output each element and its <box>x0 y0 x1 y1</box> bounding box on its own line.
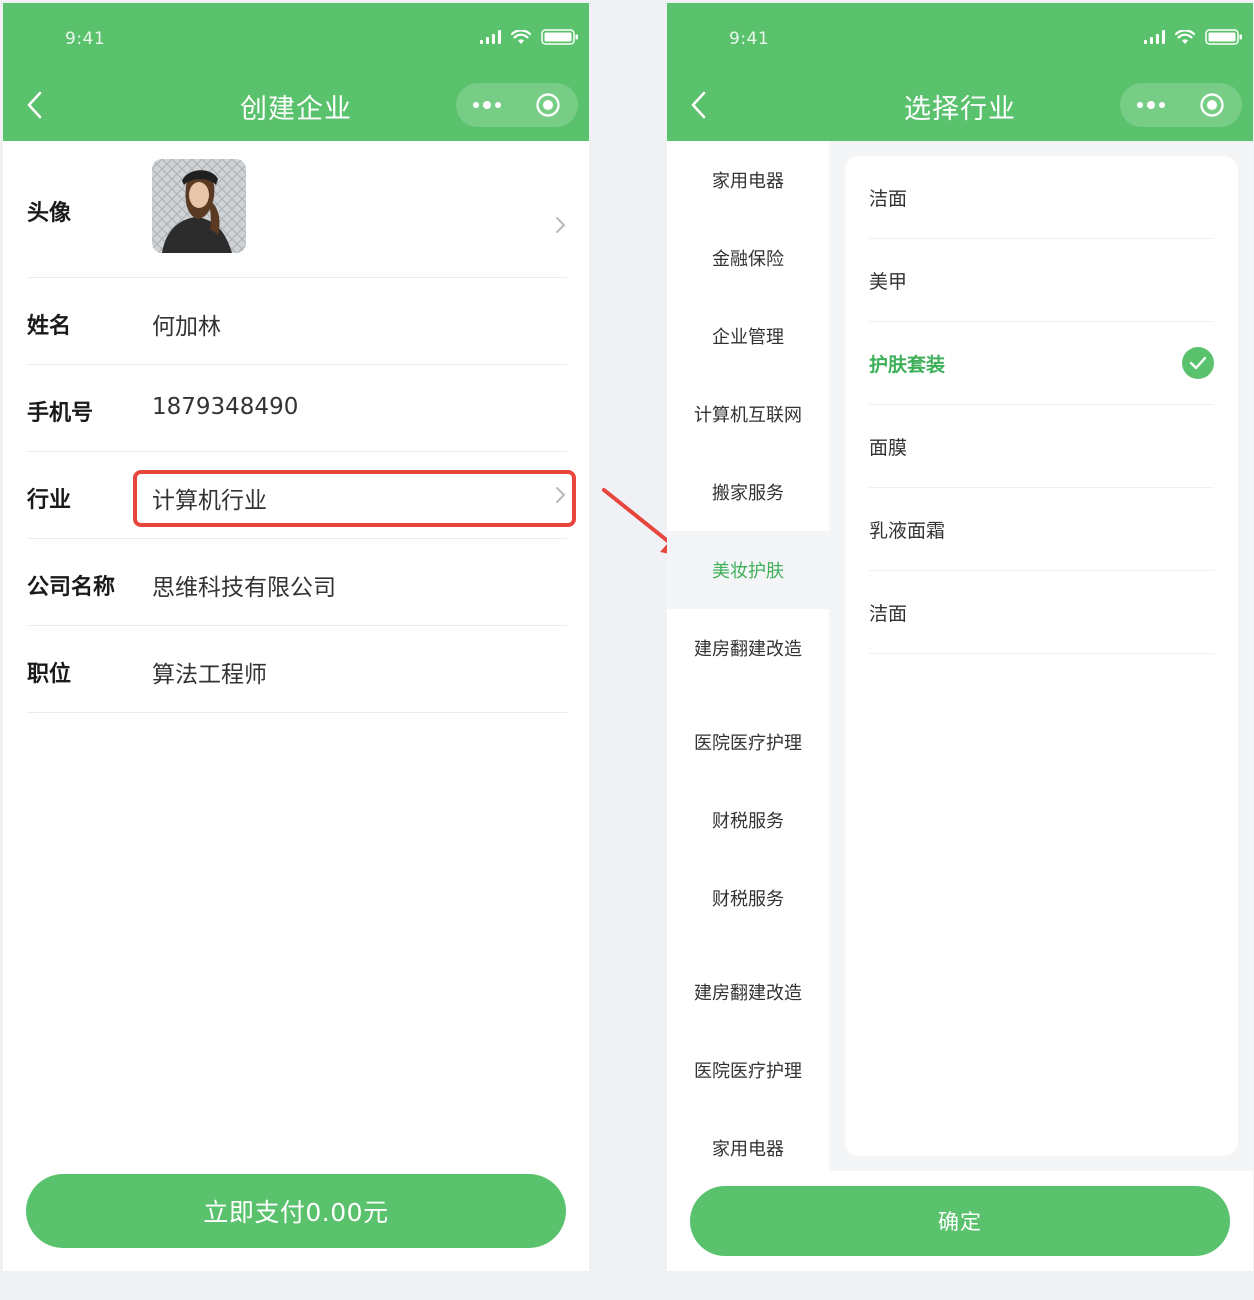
more-icon[interactable] <box>456 83 518 127</box>
industry-highlight-box[interactable] <box>133 470 576 527</box>
category-item-active[interactable]: 美妆护肤 <box>667 531 829 609</box>
status-time: 9:41 <box>729 29 770 49</box>
phone-row: 手机号 1879348490 <box>27 365 567 452</box>
status-icons <box>1144 29 1243 45</box>
name-value[interactable]: 何加林 <box>152 307 221 341</box>
company-label: 公司名称 <box>27 575 116 600</box>
phone-label: 手机号 <box>27 401 94 426</box>
category-item[interactable]: 金融保险 <box>667 219 829 297</box>
nav-bar: 9:41 创建企业 <box>3 3 589 141</box>
nav-bar: 9:41 选择行业 <box>667 3 1253 141</box>
position-row: 职位 算法工程师 <box>27 626 567 713</box>
select-industry-screen: 9:41 选择行业 家用电器 金融保险 企业管理 计算机互联网 搬家服务 美妆护… <box>667 3 1253 1271</box>
status-time: 9:41 <box>65 29 106 49</box>
subcategory-item[interactable]: 美甲 <box>869 239 1214 322</box>
category-item[interactable]: 建房翻建改造 <box>667 953 829 1031</box>
subcategory-label: 洁面 <box>869 603 908 625</box>
avatar-label: 头像 <box>27 201 72 226</box>
subcategory-label: 护肤套装 <box>869 354 946 376</box>
close-target-icon[interactable] <box>518 83 578 127</box>
name-row: 姓名 何加林 <box>27 278 567 365</box>
wifi-icon <box>1175 29 1195 45</box>
subcategory-item[interactable]: 面膜 <box>869 405 1214 488</box>
subcategory-label: 面膜 <box>869 437 908 459</box>
category-item[interactable]: 家用电器 <box>667 141 829 219</box>
category-item[interactable]: 企业管理 <box>667 297 829 375</box>
position-value[interactable]: 算法工程师 <box>152 655 267 689</box>
close-target-icon[interactable] <box>1182 83 1242 127</box>
subcategory-label: 洁面 <box>869 188 908 210</box>
create-company-screen: 9:41 创建企业 头像 姓名 何加林 手机号 1879348490 行业 计算… <box>3 3 589 1271</box>
subcategory-item[interactable]: 洁面 <box>869 156 1214 239</box>
back-icon[interactable] <box>21 87 51 123</box>
category-item[interactable]: 搬家服务 <box>667 453 829 531</box>
subcategory-item[interactable]: 乳液面霜 <box>869 488 1214 571</box>
industry-label: 行业 <box>27 488 72 513</box>
check-icon <box>1182 347 1214 379</box>
more-icon[interactable] <box>1120 83 1182 127</box>
category-item[interactable]: 计算机互联网 <box>667 375 829 453</box>
category-item[interactable]: 医院医疗护理 <box>667 703 829 781</box>
back-icon[interactable] <box>685 87 715 123</box>
signal-icon <box>1144 30 1165 44</box>
phone-value[interactable]: 1879348490 <box>152 394 298 420</box>
wifi-icon <box>511 29 531 45</box>
name-label: 姓名 <box>27 314 72 339</box>
category-list: 家用电器 金融保险 企业管理 计算机互联网 搬家服务 美妆护肤 建房翻建改造 医… <box>667 141 829 1171</box>
subcategory-label: 乳液面霜 <box>869 520 946 542</box>
pay-button[interactable]: 立即支付0.00元 <box>26 1174 566 1248</box>
category-item[interactable]: 医院医疗护理 <box>667 1031 829 1109</box>
subcategory-label: 美甲 <box>869 271 908 293</box>
subcategory-item-selected[interactable]: 护肤套装 <box>869 322 1214 405</box>
category-item[interactable]: 财税服务 <box>667 781 829 859</box>
confirm-button[interactable]: 确定 <box>690 1186 1230 1256</box>
category-item[interactable]: 建房翻建改造 <box>667 609 829 687</box>
category-item[interactable]: 财税服务 <box>667 859 829 937</box>
avatar-row[interactable]: 头像 <box>27 141 567 278</box>
subcategory-item[interactable]: 洁面 <box>869 571 1214 654</box>
signal-icon <box>480 30 501 44</box>
company-row: 公司名称 思维科技有限公司 <box>27 539 567 626</box>
company-value[interactable]: 思维科技有限公司 <box>152 568 336 602</box>
status-icons <box>480 29 579 45</box>
miniprogram-capsule <box>456 83 578 127</box>
battery-icon <box>541 29 579 45</box>
battery-icon <box>1205 29 1243 45</box>
position-label: 职位 <box>27 662 72 687</box>
miniprogram-capsule <box>1120 83 1242 127</box>
subcategory-panel: 洁面 美甲 护肤套装 面膜 乳液面霜 洁面 <box>845 156 1238 1156</box>
avatar[interactable] <box>152 159 246 253</box>
chevron-right-icon <box>556 217 565 233</box>
